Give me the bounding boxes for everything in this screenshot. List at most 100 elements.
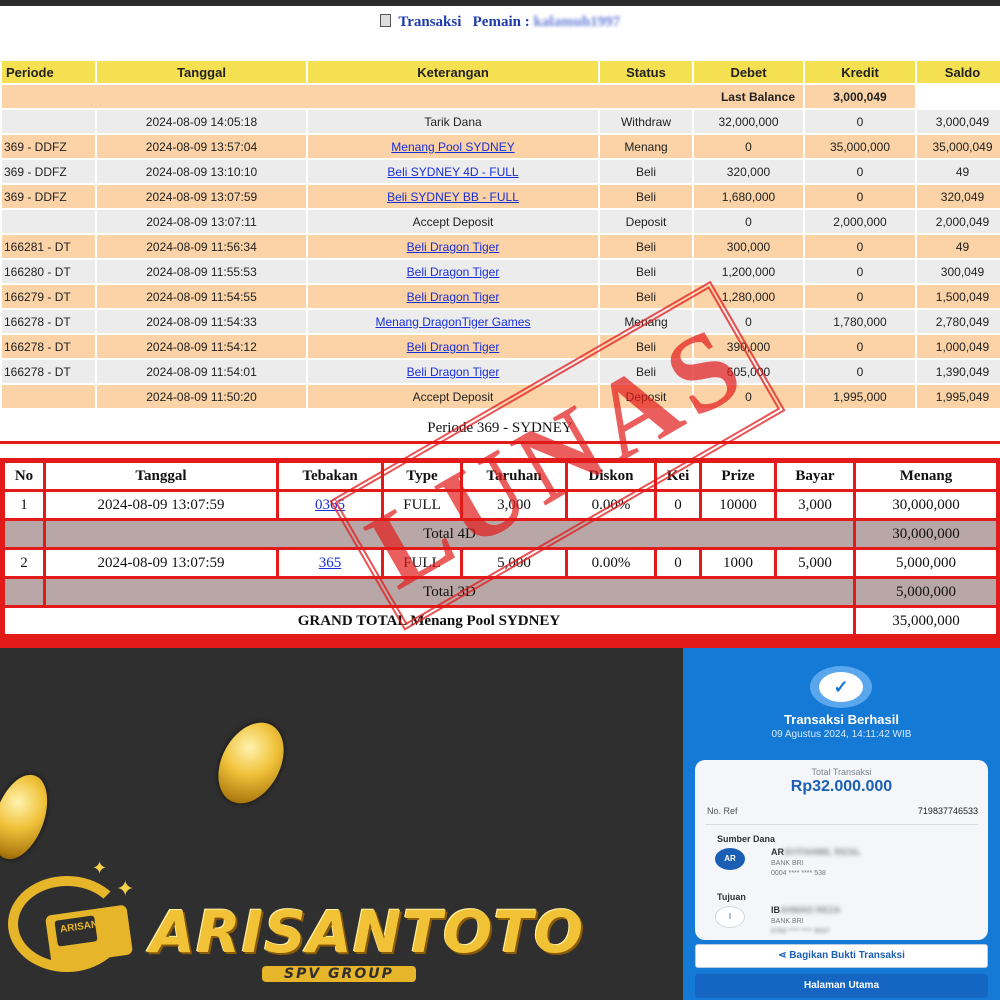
cell-debet: 390,000 [694,335,803,358]
cell-saldo: 3,000,049 [917,110,1000,133]
table-row: 166281 - DT 2024-08-09 11:56:34 Beli Drago… [2,235,1000,258]
cell-tanggal: 2024-08-09 11:56:34 [97,235,306,258]
table-row: 2024-08-09 14:05:18 Tarik Dana Withdraw 32,… [2,110,1000,133]
cell-debet: 1,680,000 [694,185,803,208]
keterangan-link[interactable]: Beli Dragon Tiger [407,365,500,379]
cell-tanggal: 2024-08-09 13:57:04 [97,135,306,158]
cell-kredit: 0 [805,285,915,308]
detail-header-type: Type [384,463,460,489]
source-label: Sumber Dana [717,834,776,844]
cell-periode: 166280 - DT [2,260,95,283]
bet-tanggal: 2024-08-09 13:07:59 [46,550,276,576]
cell-keterangan: Beli Dragon Tiger [308,260,598,283]
home-button[interactable]: Halaman Utama [695,974,988,998]
source-name: ARISYFAHMIL RIZAL [771,847,861,857]
bet-prize: 1000 [702,550,774,576]
cell-tanggal: 2024-08-09 13:07:11 [97,210,306,233]
detail-title: Periode 369 - SYDNEY [427,420,573,436]
table-row: 369 - DDFZ 2024-08-09 13:10:10 Beli SYDNEY… [2,160,1000,183]
cell-debet: 32,000,000 [694,110,803,133]
cell-kredit: 0 [805,260,915,283]
cell-tanggal: 2024-08-09 11:50:20 [97,385,306,408]
cell-debet: 0 [694,385,803,408]
table-row: 166278 - DT 2024-08-09 11:54:01 Beli Drago… [2,360,1000,383]
bet-menang: 5,000,000 [856,550,996,576]
keterangan-link[interactable]: Menang Pool SYDNEY [391,140,514,154]
destination-account: 5760 **** **** 5037 [771,928,830,935]
keterangan-link[interactable]: Beli Dragon Tiger [407,290,500,304]
cell-saldo: 49 [917,235,1000,258]
cell-status: Beli [600,160,692,183]
sparkle-icon: ✦ [92,858,108,878]
bet-no: 2 [5,550,43,576]
receipt-title: Transaksi Berhasil [784,712,899,727]
cell-kredit: 0 [805,185,915,208]
grand-total-value: 35,000,000 [856,608,996,634]
cell-status: Menang [600,310,692,333]
bet-tebakan-link[interactable]: 365 [319,555,342,571]
cell-debet: 300,000 [694,235,803,258]
cell-tanggal: 2024-08-09 13:07:59 [97,185,306,208]
detail-header-tebakan: Tebakan [279,463,381,489]
cell-keterangan: Beli Dragon Tiger [308,335,598,358]
cell-keterangan: Beli Dragon Tiger [308,235,598,258]
detail-table-frame: No Tanggal Tebakan Type Taruhan Diskon K… [0,458,1000,648]
cell-periode: 166278 - DT [2,310,95,333]
keterangan-link[interactable]: Beli SYDNEY 4D - FULL [387,165,518,179]
brand-emblem-icon: ARISAN ✦ ✦ [8,858,138,978]
cell-keterangan: Beli SYDNEY 4D - FULL [308,160,598,183]
document-icon [379,14,391,27]
cell-debet: 605,000 [694,360,803,383]
cell-periode: 369 - DDFZ [2,160,95,183]
share-receipt-button[interactable]: ⋖ Bagikan Bukti Transaksi [695,944,988,968]
cell-keterangan: Beli Dragon Tiger [308,285,598,308]
brand-logo-text: ARISANTOTO [150,898,585,966]
cell-saldo: 1,390,049 [917,360,1000,383]
bet-tebakan-link[interactable]: 0365 [315,497,345,513]
detail-header-kei: Kei [657,463,699,489]
cell-tanggal: 2024-08-09 14:05:18 [97,110,306,133]
cell-periode: 369 - DDFZ [2,185,95,208]
bet-taruhan: 3,000 [463,492,565,518]
last-balance-row: Last Balance 3,000,049 [2,85,1000,108]
checkmark-icon: ✓ [819,672,863,702]
detail-table: No Tanggal Tebakan Type Taruhan Diskon K… [2,460,999,637]
cell-periode [2,110,95,133]
player-label: Pemain : [472,14,530,30]
bet-tanggal: 2024-08-09 13:07:59 [46,492,276,518]
ref-number: 719837746533 [917,806,978,816]
cell-saldo: 1,500,049 [917,285,1000,308]
bet-diskon: 0.00% [568,492,654,518]
destination-name: IBAHMAD REZA [771,905,841,915]
detail-header-row: No Tanggal Tebakan Type Taruhan Diskon K… [5,463,996,489]
cell-saldo: 49 [917,160,1000,183]
keterangan-link[interactable]: Beli SYDNEY BB - FULL [387,190,519,204]
brand-panel: ARISAN ✦ ✦ ARISANTOTO SPV GROUP [0,648,683,1000]
bet-type: FULL [384,550,460,576]
cell-debet: 0 [694,210,803,233]
cell-debet: 0 [694,310,803,333]
column-header-saldo: Saldo [917,61,1000,83]
keterangan-link[interactable]: Beli Dragon Tiger [407,340,500,354]
cell-keterangan: Menang DragonTiger Games [308,310,598,333]
page-title: Transaksi [398,14,462,30]
bet-bayar: 5,000 [777,550,853,576]
column-header-debet: Debet [694,61,803,83]
source-name-hidden: ISYFAHMIL RIZAL [784,847,861,857]
keterangan-link[interactable]: Beli Dragon Tiger [407,265,500,279]
cell-saldo: 300,049 [917,260,1000,283]
transfer-receipt: ✓ Transaksi Berhasil 09 Agustus 2024, 14… [683,648,1000,1000]
cell-debet: 320,000 [694,160,803,183]
cell-kredit: 0 [805,160,915,183]
keterangan-link[interactable]: Beli Dragon Tiger [407,240,500,254]
cell-saldo: 320,049 [917,185,1000,208]
cell-status: Deposit [600,385,692,408]
keterangan-link[interactable]: Menang DragonTiger Games [376,315,531,329]
cell-kredit: 1,995,000 [805,385,915,408]
cell-tanggal: 2024-08-09 11:55:53 [97,260,306,283]
top-strip [0,0,1000,6]
bet-type: FULL [384,492,460,518]
cell-keterangan: Beli Dragon Tiger [308,360,598,383]
page-header: Transaksi Pemain : kalamuh1997 [0,8,1000,36]
detail-header-menang: Menang [856,463,996,489]
